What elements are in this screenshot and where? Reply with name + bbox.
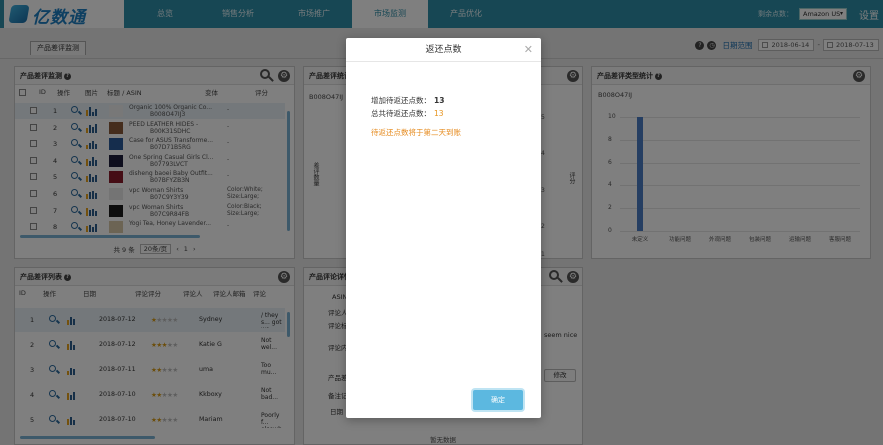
confirm-button[interactable]: 确定	[473, 390, 523, 410]
pending-total-label: 总共待返还点数：	[371, 109, 431, 118]
pending-total-value: 13	[434, 109, 444, 118]
refund-note: 待返还点数将于第二天到账	[371, 128, 461, 137]
pending-added-label: 增加待返还点数：	[371, 96, 431, 105]
pending-added-line: 增加待返还点数： 13	[371, 95, 444, 106]
dialog-title: 返还点数	[346, 38, 541, 62]
close-icon[interactable]: ✕	[524, 43, 533, 56]
refund-points-dialog: 返还点数 ✕ 增加待返还点数： 13 总共待返还点数： 13 待返还点数将于第二天到…	[346, 38, 541, 418]
pending-added-value: 13	[434, 96, 445, 105]
pending-total-line: 总共待返还点数： 13	[371, 108, 444, 119]
